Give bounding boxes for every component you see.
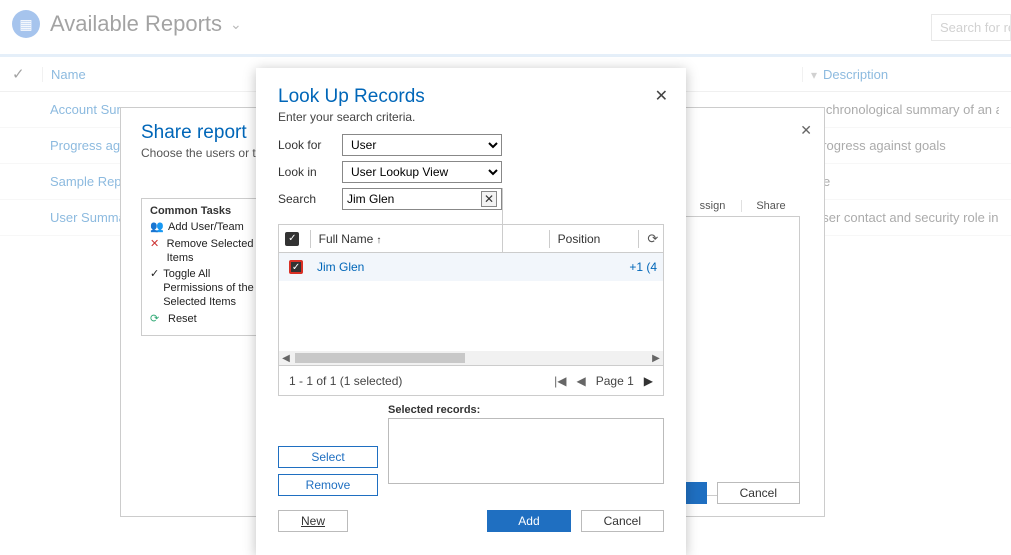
remove-selected[interactable]: ✕Remove Selected Items: [150, 238, 272, 266]
pager-status: 1 - 1 of 1 (1 selected): [289, 374, 402, 388]
look-for-label: Look for: [278, 138, 342, 152]
selected-records-label: Selected records:: [388, 404, 664, 416]
sort-asc-icon: ↑: [376, 235, 381, 246]
add-user-team[interactable]: 👥Add User/Team: [150, 221, 272, 235]
check-icon: ✓: [150, 268, 159, 282]
search-input[interactable]: [347, 192, 477, 206]
next-page-icon[interactable]: ▶: [644, 374, 653, 388]
close-icon[interactable]: ✕: [800, 122, 812, 139]
lookup-title: Look Up Records: [278, 86, 664, 108]
result-phone: +1 (4: [543, 260, 663, 274]
selected-records-box[interactable]: [388, 418, 664, 484]
look-in-label: Look in: [278, 165, 342, 179]
refresh-icon[interactable]: ⟳: [643, 231, 663, 247]
row-checkbox[interactable]: ✓: [289, 260, 303, 274]
toggle-permissions[interactable]: ✓Toggle All Permissions of the Selected …: [150, 268, 272, 309]
cancel-button[interactable]: Cancel: [717, 482, 800, 504]
page-label: Page 1: [596, 374, 634, 388]
clear-search-icon[interactable]: ✕: [481, 191, 497, 207]
user-add-icon: 👥: [150, 221, 164, 235]
select-button[interactable]: Select: [278, 446, 378, 468]
close-icon[interactable]: ✕: [655, 86, 668, 106]
tasks-header: Common Tasks: [150, 205, 272, 217]
select-all-checkbox[interactable]: ✓: [285, 232, 299, 246]
first-page-icon[interactable]: |◀: [554, 374, 566, 388]
cancel-button[interactable]: Cancel: [581, 510, 664, 532]
prev-page-icon[interactable]: ◀: [576, 374, 585, 388]
horizontal-scrollbar[interactable]: ◀ ▶: [279, 351, 663, 365]
reset-icon: ⟳: [150, 313, 164, 327]
scroll-thumb[interactable]: [295, 353, 465, 363]
column-position[interactable]: Position: [554, 232, 634, 246]
result-row[interactable]: ✓ Jim Glen +1 (4: [279, 253, 663, 281]
scroll-right-icon[interactable]: ▶: [649, 353, 663, 364]
reset[interactable]: ⟳Reset: [150, 313, 272, 327]
share-columns: ssign Share: [684, 200, 800, 212]
lookup-dialog: Look Up Records ✕ Enter your search crit…: [256, 68, 686, 555]
results-grid: ✓ Full Name↑ Position ⟳ ✓ Jim Glen +1 (4…: [278, 224, 664, 366]
look-for-select[interactable]: User: [342, 134, 502, 156]
column-full-name[interactable]: Full Name↑: [315, 232, 545, 246]
look-in-select[interactable]: User Lookup View: [342, 161, 502, 183]
new-button[interactable]: New: [278, 510, 348, 532]
result-name[interactable]: Jim Glen: [313, 260, 543, 274]
pager: 1 - 1 of 1 (1 selected) |◀ ◀ Page 1 ▶: [278, 366, 664, 396]
share-list-box: [680, 216, 800, 496]
scroll-left-icon[interactable]: ◀: [279, 353, 293, 364]
add-button[interactable]: Add: [487, 510, 570, 532]
remove-button[interactable]: Remove: [278, 474, 378, 496]
remove-icon: ✕: [150, 238, 163, 252]
search-label: Search: [278, 192, 342, 206]
lookup-subtitle: Enter your search criteria.: [278, 110, 664, 124]
